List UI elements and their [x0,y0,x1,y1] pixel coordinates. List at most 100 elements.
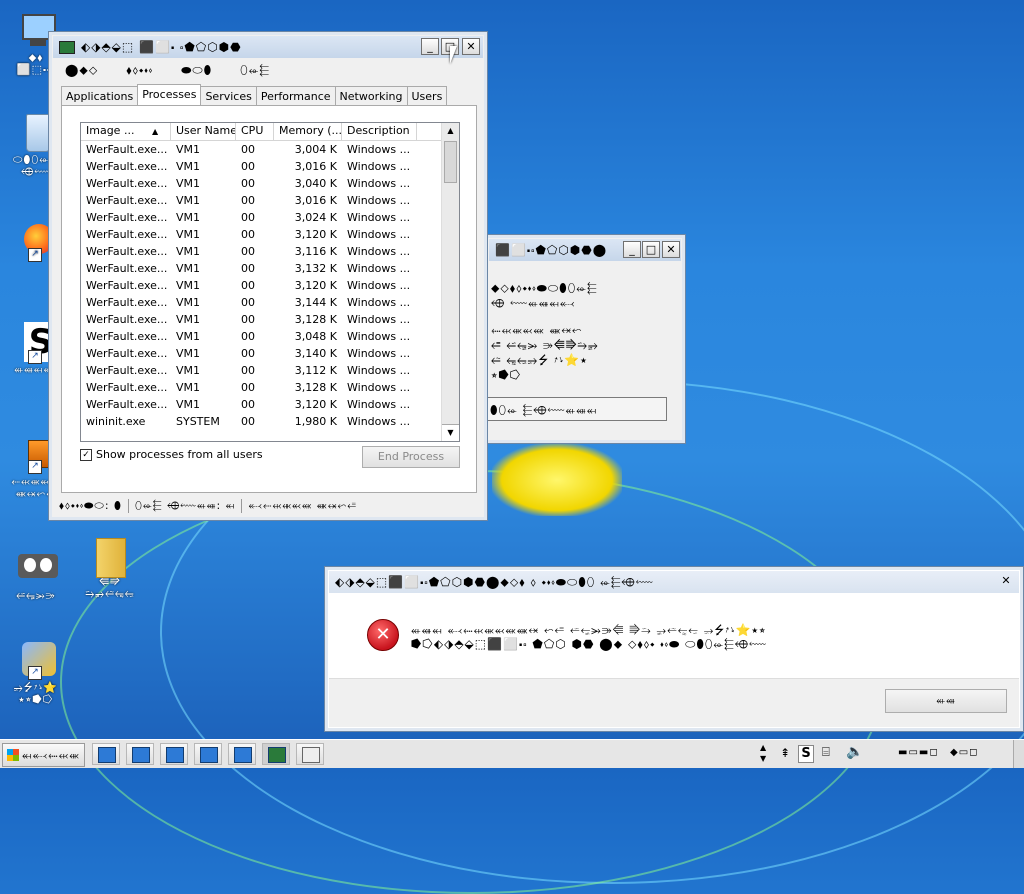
close-button[interactable]: ✕ [997,573,1015,590]
vertical-scrollbar[interactable]: ▲ ▼ [441,123,459,441]
windows-logo-icon [7,749,19,761]
cell-cpu: 00 [241,296,255,309]
table-row[interactable]: WerFault.exe... VM1 00 3,120 K Windows ... [81,396,459,413]
end-process-button[interactable]: End Process [362,446,460,468]
menu-help[interactable]: ⬯⬰⬱ [240,63,270,78]
table-row[interactable]: WerFault.exe... VM1 00 3,016 K Windows ... [81,192,459,209]
cell-description: Windows ... [347,160,411,173]
taskbar-item[interactable] [160,743,188,765]
desktop-icon-eyes[interactable]: ⭁⭂⭃⭄ [0,548,76,602]
desktop-icon-folder[interactable]: ⭅⭆ ⭇⭈⭉⭊⭋ [70,534,150,600]
cell-memory: 3,004 K [294,143,337,156]
dialog-line: ⬸⬹⬺⬻⬼ ⬽⬾⬿ [491,323,583,337]
cell-cpu: 00 [241,398,255,411]
cell-user-name: VM1 [176,211,201,224]
table-row[interactable]: WerFault.exe... VM1 00 3,128 K Windows ... [81,311,459,328]
column-header-cpu[interactable]: CPU [236,123,274,140]
scroll-down-arrow[interactable]: ▼ [442,424,459,441]
minimize-button[interactable]: _ [623,241,641,258]
maximize-button[interactable]: □ [642,241,660,258]
cell-cpu: 00 [241,279,255,292]
process-list[interactable]: Image ... ▲ User Name CPU Memory (... De… [80,122,460,442]
cell-description: Windows ... [347,330,411,343]
table-row[interactable]: WerFault.exe... VM1 00 3,016 K Windows ... [81,158,459,175]
table-row[interactable]: WerFault.exe... VM1 00 3,144 K Windows ... [81,294,459,311]
cell-user-name: VM1 [176,194,201,207]
window-icon [132,747,150,763]
close-button[interactable]: ✕ [662,241,680,258]
cell-image-name: WerFault.exe... [86,143,168,156]
cell-description: Windows ... [347,296,411,309]
task-manager-icon [59,40,75,54]
table-row[interactable]: WerFault.exe... VM1 00 3,116 K Windows ... [81,243,459,260]
ok-button[interactable]: ⬴⬵ [885,689,1007,713]
table-row[interactable]: WerFault.exe... VM1 00 3,112 K Windows ... [81,362,459,379]
table-row[interactable]: WerFault.exe... VM1 00 3,120 K Windows ... [81,277,459,294]
show-desktop-button[interactable] [1013,740,1024,768]
table-row[interactable]: WerFault.exe... VM1 00 3,004 K Windows ... [81,141,459,158]
table-row[interactable]: WerFault.exe... VM1 00 3,140 K Windows ... [81,345,459,362]
menu-options[interactable]: ⬧⬨⬩⬪⬫ [126,63,153,78]
table-row[interactable]: WerFault.exe... VM1 00 3,128 K Windows ... [81,379,459,396]
close-button[interactable]: ✕ [462,38,480,55]
cell-memory: 3,024 K [294,211,337,224]
cell-memory: 1,980 K [294,415,337,428]
volume-icon[interactable]: 🔈 [846,744,863,760]
window-icon [98,747,116,763]
tray-extra-icon[interactable]: ◆▭◻ [950,747,978,758]
tray-expand-icon[interactable]: ⇞ [780,746,790,760]
cell-memory: 3,112 K [294,364,337,377]
scroll-up-arrow[interactable]: ▲ [442,123,459,139]
cell-image-name: WerFault.exe... [86,194,168,207]
dialog-field[interactable]: ⬮⬯⬰ ⬱⬲⬳⬴⬵⬶ [485,397,667,421]
start-button[interactable]: ⬶⬷⬸⬹⬺ [2,743,85,767]
cell-cpu: 00 [241,143,255,156]
column-header-memory[interactable]: Memory (... [274,123,342,140]
table-row[interactable]: wininit.exe SYSTEM 00 1,980 K Windows ... [81,413,459,430]
column-header-user[interactable]: User Name [171,123,236,140]
cell-image-name: WerFault.exe... [86,228,168,241]
network-icon[interactable]: ⌸ [822,745,830,760]
error-message-line: ⬴⬵⬶ ⬷⬸⬹⬺⬻⬼⬽⬾ ⬿⭀ ⭁⭂⭃⭄⭅ ⭆⭇ ⭈⭉⭊⭋ ⭌⭍⭎⭏⭐⭑⭒ [411,623,767,637]
table-row[interactable]: WerFault.exe... VM1 00 3,120 K Windows ... [81,226,459,243]
clock-icon[interactable]: ▬▭▬◻ [898,747,939,758]
process-rows: WerFault.exe... VM1 00 3,004 K Windows ... We… [81,141,459,430]
taskbar-item[interactable] [228,743,256,765]
column-header-image[interactable]: Image ... ▲ [81,123,171,140]
desktop-icon-shield[interactable]: ↗ ⭌⭍⭎⭏⭐ ⭑⭒⭓⭔ [0,640,76,706]
menu-file[interactable]: ⬤⬥⬦ [65,63,98,78]
column-header-description[interactable]: Description [342,123,417,140]
cell-memory: 3,016 K [294,194,337,207]
cell-description: Windows ... [347,313,411,326]
cell-user-name: VM1 [176,364,201,377]
cell-memory: 3,128 K [294,313,337,326]
table-row[interactable]: WerFault.exe... VM1 00 3,024 K Windows ... [81,209,459,226]
scroll-thumb[interactable] [444,141,457,183]
menu-view[interactable]: ⬬⬭⬮ [181,63,212,78]
title-bar: ⬛⬜⬝⬞⬟⬠⬡⬢⬣⬤ _ □ ✕ [489,239,681,261]
table-row[interactable]: WerFault.exe... VM1 00 3,040 K Windows ... [81,175,459,192]
taskbar-item[interactable] [92,743,120,765]
window-title: ⬖⬗⬘⬙⬚⬛⬜⬝⬞⬟⬠⬡⬢⬣⬤⬥⬦⬧ ⬨ ⬩⬪⬫⬬⬭⬮⬯ ⬰⬱⬲⬳ [335,574,654,589]
tab-processes[interactable]: Processes [137,84,202,106]
cell-memory: 3,116 K [294,245,337,258]
tray-s-icon[interactable]: S [798,745,814,763]
cell-cpu: 00 [241,364,255,377]
cell-user-name: VM1 [176,330,201,343]
cell-image-name: WerFault.exe... [86,245,168,258]
dialog-line: ⭒⭓⭔ [491,368,522,382]
taskbar-item-task-manager[interactable] [262,743,290,765]
show-all-users-checkbox[interactable]: ✓ Show processes from all users [80,448,263,461]
table-row[interactable]: WerFault.exe... VM1 00 3,048 K Windows ... [81,328,459,345]
cell-image-name: WerFault.exe... [86,364,168,377]
table-row[interactable]: WerFault.exe... VM1 00 3,132 K Windows ... [81,260,459,277]
taskbar-item[interactable] [126,743,154,765]
sort-up-icon: ▲ [151,127,159,136]
taskbar-item[interactable] [194,743,222,765]
taskbar-item[interactable] [296,743,324,765]
status-cpu: ⬯⬰⬱ ⬲⬳⬴⬵: ⬶ [129,499,243,513]
tray-scroll-arrows[interactable]: ▲ ▼ [760,742,766,764]
cell-memory: 3,040 K [294,177,337,190]
minimize-button[interactable]: _ [421,38,439,55]
cell-description: Windows ... [347,228,411,241]
